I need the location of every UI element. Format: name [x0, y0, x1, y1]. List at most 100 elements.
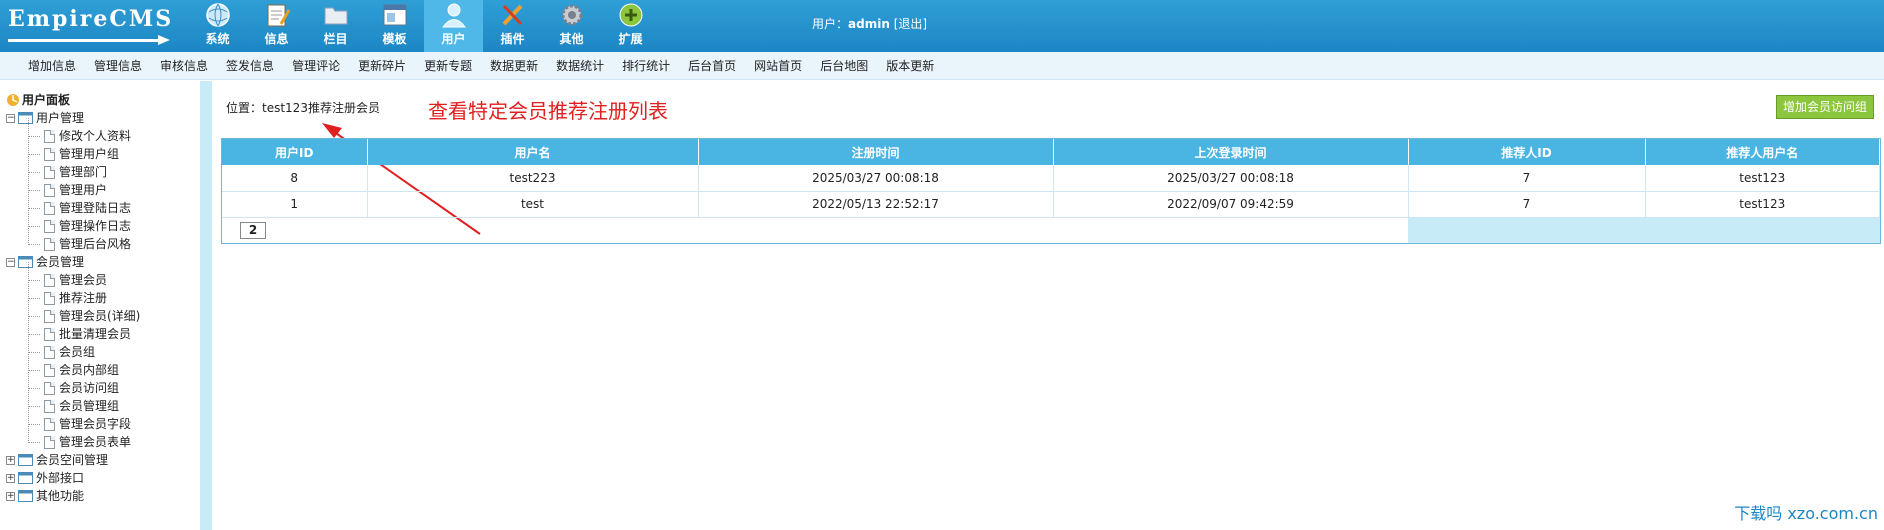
sidebar-item-internal-groups[interactable]: 会员内部组 — [6, 361, 140, 379]
quick-nav-item[interactable]: 数据更新 — [490, 57, 538, 74]
folder-icon — [324, 7, 348, 25]
table-header-row: 用户ID 用户名 注册时间 上次登录时间 推荐人ID 推荐人用户名 — [222, 139, 1880, 165]
sidebar-item-member-groups[interactable]: 会员组 — [6, 343, 140, 361]
nav-label: 栏目 — [323, 32, 348, 46]
document-icon — [44, 147, 55, 161]
panel-title: 用户面板 — [6, 91, 140, 109]
nav-other[interactable]: 其他 — [542, 0, 601, 52]
window-icon — [18, 454, 33, 466]
collapse-icon[interactable]: − — [6, 113, 15, 123]
tree-group-label: 外部接口 — [36, 471, 85, 485]
quick-nav-item[interactable]: 管理评论 — [292, 57, 340, 74]
tree-group-label: 用户管理 — [36, 111, 85, 125]
sidebar-item-label: 修改个人资料 — [59, 129, 132, 143]
expand-icon[interactable]: + — [6, 491, 15, 501]
nav-template[interactable]: 模板 — [365, 0, 424, 52]
sidebar-item-members-detail[interactable]: 管理会员(详细) — [6, 307, 140, 325]
template-icon — [383, 4, 407, 26]
sidebar-item-label: 管理会员 — [59, 273, 108, 287]
window-icon — [18, 112, 33, 124]
sidebar-splitter[interactable] — [200, 81, 212, 530]
sidebar-item-label: 会员访问组 — [59, 381, 120, 395]
window-icon — [18, 490, 33, 502]
sidebar-item-label: 会员组 — [59, 345, 96, 359]
globe-icon — [206, 3, 230, 27]
tree-group-space-manage[interactable]: + 会员空间管理 — [6, 451, 140, 469]
nav-extend[interactable]: 扩展 — [601, 0, 660, 52]
cell-referrer-id: 7 — [1408, 165, 1646, 192]
cell-referrer-name: test123 — [1645, 191, 1880, 218]
cell-last-login: 2022/09/07 09:42:59 — [1053, 191, 1409, 218]
tree-group-member-manage[interactable]: − 会员管理 — [6, 253, 140, 271]
sidebar-item-login-log[interactable]: 管理登陆日志 — [6, 199, 140, 217]
quick-nav-item[interactable]: 签发信息 — [226, 57, 274, 74]
sidebar-item-label: 推荐注册 — [59, 291, 108, 305]
window-icon — [18, 472, 33, 484]
quick-nav-item[interactable]: 管理信息 — [94, 57, 142, 74]
sidebar-item-user-groups[interactable]: 管理用户组 — [6, 145, 140, 163]
quick-nav-item[interactable]: 后台首页 — [688, 57, 736, 74]
quick-nav-item[interactable]: 增加信息 — [28, 57, 76, 74]
panel-icon — [7, 94, 19, 106]
sidebar-item-users[interactable]: 管理用户 — [6, 181, 140, 199]
sidebar-item-manager-groups[interactable]: 会员管理组 — [6, 397, 140, 415]
logout-link[interactable]: [退出] — [894, 17, 927, 31]
quick-nav-item[interactable]: 排行统计 — [622, 57, 670, 74]
quick-nav-item[interactable]: 审核信息 — [160, 57, 208, 74]
document-icon — [44, 165, 55, 179]
annotation-text: 查看特定会员推荐注册列表 — [428, 99, 668, 123]
quick-nav-item[interactable]: 更新专题 — [424, 57, 472, 74]
sidebar-item-label: 会员内部组 — [59, 363, 120, 377]
document-icon — [44, 399, 55, 413]
expand-icon[interactable]: + — [6, 473, 15, 483]
nav-user[interactable]: 用户 — [424, 0, 483, 52]
sidebar-item-operation-log[interactable]: 管理操作日志 — [6, 217, 140, 235]
nav-info[interactable]: 信息 — [247, 0, 306, 52]
sidebar-item-admin-style[interactable]: 管理后台风格 — [6, 235, 140, 253]
nav-label: 插件 — [500, 32, 525, 46]
column-header: 上次登录时间 — [1053, 139, 1409, 165]
user-label: 用户： — [812, 17, 849, 31]
sidebar-item-access-groups[interactable]: 会员访问组 — [6, 379, 140, 397]
nav-system[interactable]: 系统 — [188, 0, 247, 52]
tree-group-user-manage[interactable]: − 用户管理 — [6, 109, 140, 127]
sidebar-item-label: 管理后台风格 — [59, 237, 132, 251]
plus-icon — [619, 3, 643, 27]
sidebar-item-label: 管理用户 — [59, 183, 108, 197]
sidebar-item-referral[interactable]: 推荐注册 — [6, 289, 140, 307]
main-nav: 系统 信息 栏目 模板 用户 插件 其他 扩展 — [188, 0, 660, 52]
quick-nav-item[interactable]: 后台地图 — [820, 57, 868, 74]
quick-nav-item[interactable]: 更新碎片 — [358, 57, 406, 74]
window-icon — [18, 256, 33, 268]
collapse-icon[interactable]: − — [6, 257, 15, 267]
referral-table: 用户ID 用户名 注册时间 上次登录时间 推荐人ID 推荐人用户名 8 test… — [221, 138, 1881, 244]
sidebar-item-member-fields[interactable]: 管理会员字段 — [6, 415, 140, 433]
tree-group-other[interactable]: + 其他功能 — [6, 487, 140, 505]
nav-column[interactable]: 栏目 — [306, 0, 365, 52]
quick-nav-item[interactable]: 版本更新 — [886, 57, 934, 74]
tree-group-external-api[interactable]: + 外部接口 — [6, 469, 140, 487]
nav-plugin[interactable]: 插件 — [483, 0, 542, 52]
sidebar-item-bulk-clean[interactable]: 批量清理会员 — [6, 325, 140, 343]
sidebar-item-departments[interactable]: 管理部门 — [6, 163, 140, 181]
page-button[interactable]: 2 — [240, 221, 266, 239]
nav-label: 信息 — [264, 32, 289, 46]
tools-icon — [502, 4, 523, 26]
quick-nav-item[interactable]: 数据统计 — [556, 57, 604, 74]
column-header: 用户名 — [367, 139, 699, 165]
add-access-group-button[interactable]: 增加会员访问组 — [1775, 95, 1874, 119]
username: admin — [848, 17, 890, 31]
expand-icon[interactable]: + — [6, 455, 15, 465]
pagination-cell: 2 — [222, 217, 1408, 243]
nav-label: 扩展 — [618, 32, 643, 46]
logo-arrow — [158, 35, 170, 45]
sidebar-item-member-forms[interactable]: 管理会员表单 — [6, 433, 140, 451]
sidebar-item-label: 管理操作日志 — [59, 219, 132, 233]
cell-register-time: 2022/05/13 22:52:17 — [698, 191, 1054, 218]
cell-referrer-id: 7 — [1408, 191, 1646, 218]
sidebar-item-edit-profile[interactable]: 修改个人资料 — [6, 127, 140, 145]
notepad-icon — [267, 4, 291, 27]
sidebar-item-members[interactable]: 管理会员 — [6, 271, 140, 289]
logo-text: EmpireCMS — [8, 6, 174, 32]
quick-nav-item[interactable]: 网站首页 — [754, 57, 802, 74]
